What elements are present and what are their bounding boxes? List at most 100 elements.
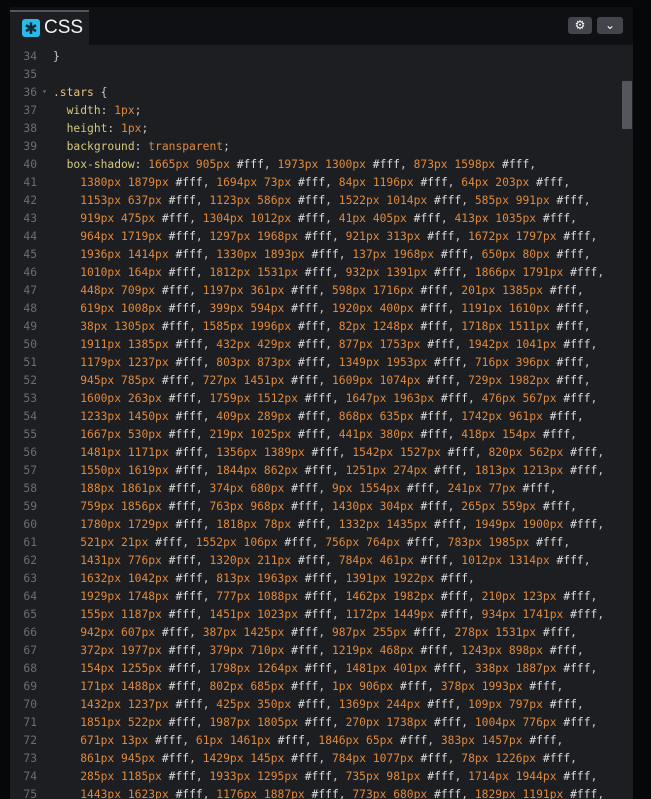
code-text: 1936px 1414px #fff, 1330px 1893px #fff, … (80, 248, 591, 261)
code-line[interactable]: 75 1443px 1623px #fff, 1176px 1887px #ff… (10, 786, 619, 799)
code-line[interactable]: 54 1233px 1450px #fff, 409px 289px #fff,… (10, 408, 619, 426)
line-number: 72 (23, 734, 37, 747)
code-text: 919px 475px #fff, 1304px 1012px #fff, 41… (80, 212, 577, 225)
code-text: 154px 1255px #fff, 1798px 1264px #fff, 1… (80, 662, 598, 675)
collapse-button[interactable]: ⌄ (597, 17, 623, 34)
code-line[interactable]: 57 1550px 1619px #fff, 1844px 862px #fff… (10, 462, 619, 480)
code-line[interactable]: 73 861px 945px #fff, 1429px 145px #fff, … (10, 750, 619, 768)
line-number: 50 (23, 338, 37, 351)
code-line[interactable]: 65 155px 1187px #fff, 1451px 1023px #fff… (10, 606, 619, 624)
code-line[interactable]: 52 945px 785px #fff, 727px 1451px #fff, … (10, 372, 619, 390)
code-text: 671px 13px #fff, 61px 1461px #fff, 1846p… (80, 734, 564, 747)
code-text: 1481px 1171px #fff, 1356px 1389px #fff, … (80, 446, 605, 459)
tab-title: CSS (44, 17, 84, 38)
code-line[interactable]: 48 619px 1008px #fff, 399px 594px #fff, … (10, 300, 619, 318)
fold-arrow-icon[interactable]: ▾ (42, 83, 47, 101)
code-text: 521px 21px #fff, 1552px 106px #fff, 756p… (80, 536, 571, 549)
code-line[interactable]: 37 width: 1px; (10, 102, 619, 120)
code-text: 619px 1008px #fff, 399px 594px #fff, 192… (80, 302, 591, 315)
line-number: 61 (23, 536, 37, 549)
css-asterisk-icon: ✱ (22, 19, 40, 38)
line-number: 44 (23, 230, 37, 243)
line-number: 48 (23, 302, 37, 315)
code-line[interactable]: 61 521px 21px #fff, 1552px 106px #fff, 7… (10, 534, 619, 552)
chevron-down-icon: ⌄ (604, 18, 616, 32)
line-number: 46 (23, 266, 37, 279)
code-line[interactable]: 38 height: 1px; (10, 120, 619, 138)
line-number: 42 (23, 194, 37, 207)
line-number: 69 (23, 680, 37, 693)
line-number: 58 (23, 482, 37, 495)
code-line[interactable]: 43 919px 475px #fff, 1304px 1012px #fff,… (10, 210, 619, 228)
code-text: 448px 709px #fff, 1197px 361px #fff, 598… (80, 284, 584, 297)
code-line[interactable]: 72 671px 13px #fff, 61px 1461px #fff, 18… (10, 732, 619, 750)
line-number: 52 (23, 374, 37, 387)
code-text: 1929px 1748px #fff, 777px 1088px #fff, 1… (80, 590, 598, 603)
line-number: 34 (23, 50, 37, 63)
code-line[interactable]: 44 964px 1719px #fff, 1297px 1968px #fff… (10, 228, 619, 246)
code-text: 38px 1305px #fff, 1585px 1996px #fff, 82… (80, 320, 591, 333)
code-line[interactable]: 49 38px 1305px #fff, 1585px 1996px #fff,… (10, 318, 619, 336)
line-number: 70 (23, 698, 37, 711)
code-text: 1431px 776px #fff, 1320px 211px #fff, 78… (80, 554, 591, 567)
code-line[interactable]: 62 1431px 776px #fff, 1320px 211px #fff,… (10, 552, 619, 570)
code-line[interactable]: 35 (10, 66, 619, 84)
code-text: 1380px 1879px #fff, 1694px 73px #fff, 84… (80, 176, 571, 189)
line-number: 64 (23, 590, 37, 603)
code-line[interactable]: 68 154px 1255px #fff, 1798px 1264px #fff… (10, 660, 619, 678)
line-number: 47 (23, 284, 37, 297)
code-line[interactable]: 67 372px 1977px #fff, 379px 710px #fff, … (10, 642, 619, 660)
code-line[interactable]: 56 1481px 1171px #fff, 1356px 1389px #ff… (10, 444, 619, 462)
code-line[interactable]: 60 1780px 1729px #fff, 1818px 78px #fff,… (10, 516, 619, 534)
code-editor[interactable]: 34} 35 36 ▾ .stars {37 width: 1px; 38 height:… (10, 45, 633, 799)
code-line[interactable]: 45 1936px 1414px #fff, 1330px 1893px #ff… (10, 246, 619, 264)
code-line[interactable]: 71 1851px 522px #fff, 1987px 1805px #fff… (10, 714, 619, 732)
code-line[interactable]: 34} (10, 48, 619, 66)
code-text: 155px 1187px #fff, 1451px 1023px #fff, 1… (80, 608, 605, 621)
tab-css[interactable]: ✱ CSS (10, 10, 89, 45)
code-text: 188px 1861px #fff, 374px 680px #fff, 9px… (80, 482, 557, 495)
code-text: 1010px 164px #fff, 1812px 1531px #fff, 9… (80, 266, 605, 279)
code-line[interactable]: 58 188px 1861px #fff, 374px 680px #fff, … (10, 480, 619, 498)
code-text: 372px 1977px #fff, 379px 710px #fff, 121… (80, 644, 584, 657)
code-line[interactable]: 47 448px 709px #fff, 1197px 361px #fff, … (10, 282, 619, 300)
code-text: 1600px 263px #fff, 1759px 1512px #fff, 1… (80, 392, 598, 405)
line-number: 75 (23, 788, 37, 799)
code-text: 1432px 1237px #fff, 425px 350px #fff, 13… (80, 698, 584, 711)
line-number: 59 (23, 500, 37, 513)
code-text: 1667px 530px #fff, 219px 1025px #fff, 44… (80, 428, 577, 441)
code-line[interactable]: 59 759px 1856px #fff, 763px 968px #fff, … (10, 498, 619, 516)
line-number: 73 (23, 752, 37, 765)
code-line[interactable]: 63 1632px 1042px #fff, 813px 1963px #fff… (10, 570, 619, 588)
code-line[interactable]: 42 1153px 637px #fff, 1123px 586px #fff,… (10, 192, 619, 210)
line-number: 41 (23, 176, 37, 189)
code-line[interactable]: 69 171px 1488px #fff, 802px 685px #fff, … (10, 678, 619, 696)
code-text: width: 1px; (66, 104, 142, 117)
vertical-scrollbar-thumb[interactable] (622, 81, 632, 129)
code-text: 171px 1488px #fff, 802px 685px #fff, 1px… (80, 680, 564, 693)
code-line[interactable]: 51 1179px 1237px #fff, 803px 873px #fff,… (10, 354, 619, 372)
code-line[interactable]: 66 942px 607px #fff, 387px 1425px #fff, … (10, 624, 619, 642)
code-line[interactable]: 74 285px 1185px #fff, 1933px 1295px #fff… (10, 768, 619, 786)
code-line[interactable]: 39 background: transparent; (10, 138, 619, 156)
code-line[interactable]: 46 1010px 164px #fff, 1812px 1531px #fff… (10, 264, 619, 282)
code-line[interactable]: 70 1432px 1237px #fff, 425px 350px #fff,… (10, 696, 619, 714)
code-text: 964px 1719px #fff, 1297px 1968px #fff, 9… (80, 230, 598, 243)
code-line[interactable]: 36 ▾ .stars { (10, 84, 619, 102)
code-line[interactable]: 40 box-shadow: 1665px 905px #fff, 1973px… (10, 156, 619, 174)
code-text: background: transparent; (66, 140, 230, 153)
code-text: box-shadow: 1665px 905px #fff, 1973px 13… (66, 158, 537, 171)
line-number: 51 (23, 356, 37, 369)
line-number: 37 (23, 104, 37, 117)
line-number: 49 (23, 320, 37, 333)
code-line[interactable]: 53 1600px 263px #fff, 1759px 1512px #fff… (10, 390, 619, 408)
code-line[interactable]: 50 1911px 1385px #fff, 432px 429px #fff,… (10, 336, 619, 354)
code-line[interactable]: 55 1667px 530px #fff, 219px 1025px #fff,… (10, 426, 619, 444)
line-number: 57 (23, 464, 37, 477)
code-text: 1632px 1042px #fff, 813px 1963px #fff, 1… (80, 572, 475, 585)
settings-button[interactable]: ⚙ (568, 17, 592, 34)
line-number: 43 (23, 212, 37, 225)
code-line[interactable]: 64 1929px 1748px #fff, 777px 1088px #fff… (10, 588, 619, 606)
line-number: 74 (23, 770, 37, 783)
code-line[interactable]: 41 1380px 1879px #fff, 1694px 73px #fff,… (10, 174, 619, 192)
